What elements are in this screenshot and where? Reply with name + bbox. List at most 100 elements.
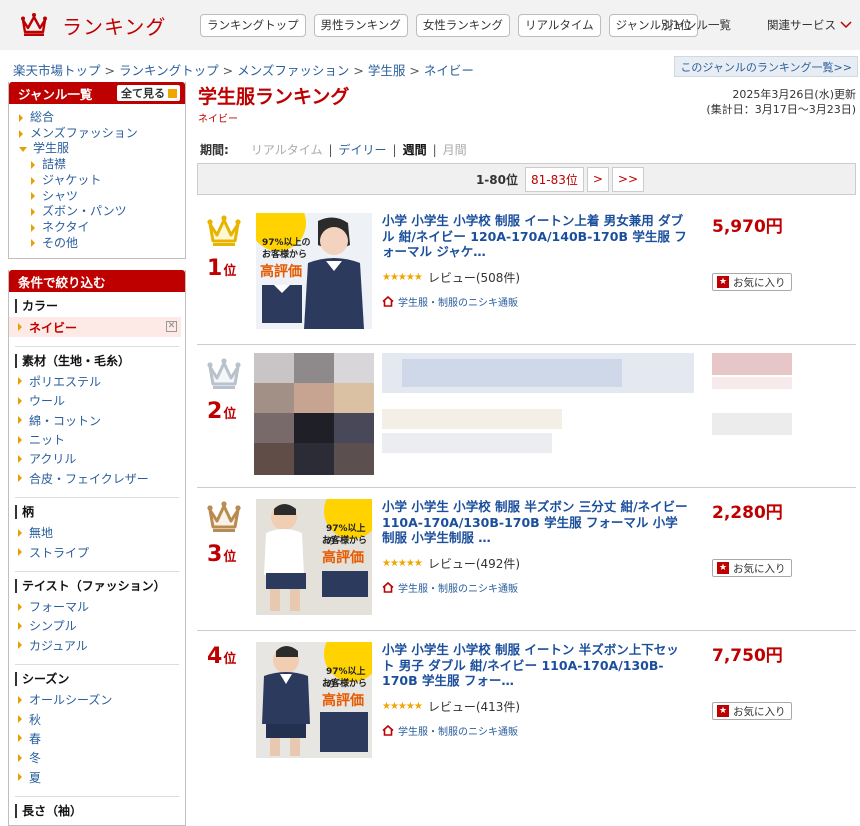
breadcrumb-navy[interactable]: ネイビー — [424, 63, 474, 78]
filter-option[interactable]: 冬 — [9, 748, 185, 767]
genre-item-jacket[interactable]: ジャケット — [19, 173, 177, 189]
badge-line: 高評価 — [260, 264, 302, 280]
shop-link[interactable]: 学生服・制服のニシキ通販 — [382, 580, 518, 595]
filter-section-title: 柄 — [15, 505, 185, 520]
product-name-link[interactable]: 小学 小学生 小学校 制服 イートン上着 男女兼用 ダブル 紺/ネイビー 120… — [382, 213, 690, 260]
product-image[interactable]: 97%以上の お客様から 高評価 — [256, 499, 372, 615]
filter-option[interactable]: 合皮・フェイクレザー — [9, 469, 185, 488]
filter-option-label: ニット — [29, 433, 66, 448]
breadcrumb-separator: > — [104, 63, 115, 78]
view-all-button[interactable]: 全て見る — [117, 85, 180, 101]
product-image[interactable]: 97%以上の お客様から 高評価 — [256, 213, 372, 329]
filter-option[interactable]: オールシーズン — [9, 690, 185, 709]
genre-item-other[interactable]: その他 — [19, 236, 177, 252]
filter-option-navy-selected[interactable]: ネイビー ✕ — [9, 317, 181, 337]
rank-suffix: 位 — [223, 264, 237, 279]
genre-item-tsumeeri[interactable]: 詰襟 — [19, 157, 177, 173]
filter-option[interactable]: ニット — [9, 430, 185, 449]
related-services-menu[interactable]: 関連サービス — [767, 17, 852, 33]
genre-ranking-list-link[interactable]: このジャンルのランキング一覧>> — [674, 56, 858, 77]
favorite-button[interactable]: ★ お気に入り — [712, 559, 792, 577]
filter-box-title: 条件で絞り込む — [18, 274, 106, 290]
nav-male-ranking[interactable]: 男性ランキング — [313, 13, 408, 37]
update-info: 2025年3月26日(水)更新 (集計日：3月17日〜3月23日) — [706, 87, 856, 117]
filter-option-label: ポリエステル — [29, 374, 102, 389]
star-icon: ★ — [717, 276, 729, 288]
rank-number: 1位 — [207, 256, 236, 281]
filter-option[interactable]: ストライプ — [9, 542, 185, 561]
nav-realtime[interactable]: リアルタイム — [517, 13, 601, 37]
pager-last-button[interactable]: >> — [611, 166, 645, 192]
breadcrumb-mens-fashion[interactable]: メンズファッション — [237, 63, 349, 78]
genre-item-pants[interactable]: ズボン・パンツ — [19, 204, 177, 220]
pager-next-button[interactable]: > — [586, 166, 609, 192]
filter-option[interactable]: ウール — [9, 391, 185, 410]
product-price: 7,750円 — [712, 646, 783, 666]
genre-item-mens-fashion[interactable]: メンズファッション — [19, 126, 177, 142]
shop-house-icon — [382, 296, 394, 307]
review-count-link[interactable]: レビュー(508件) — [428, 269, 520, 286]
arrow-square-icon — [168, 88, 177, 98]
ranking-logo[interactable]: ランキング — [20, 11, 200, 40]
shop-name: 学生服・制服のニシキ通販 — [398, 727, 518, 738]
product-name-link[interactable]: 小学 小学生 小学校 制服 半ズボン 三分丈 紺/ネイビー 110A-170A/… — [382, 499, 690, 546]
triangle-right-icon — [18, 528, 22, 537]
clear-filter-icon[interactable]: ✕ — [166, 321, 177, 333]
breadcrumb-separator: > — [353, 63, 364, 78]
filter-option[interactable]: ポリエステル — [9, 372, 185, 391]
filter-option[interactable]: カジュアル — [9, 636, 185, 655]
genre-item-overall[interactable]: 総合 — [19, 110, 177, 126]
nav-ranking-top[interactable]: ランキングトップ — [200, 13, 306, 37]
filter-section-taste: テイスト（ファッション） フォーマル シンプル カジュアル — [9, 578, 185, 658]
badge-line: お客様から — [322, 536, 368, 546]
product-image[interactable]: 97%以上の お客様から 高評価 — [256, 642, 372, 758]
genre-item-label: その他 — [42, 235, 79, 250]
period-daily[interactable]: デイリー — [339, 141, 387, 158]
genre-item-school-uniform[interactable]: 学生服 — [19, 141, 177, 157]
filter-option-label: アクリル — [29, 452, 77, 467]
product-name-link[interactable]: 小学 小学生 小学校 制服 イートン 半ズボン上下セット 男子 ダブル 紺/ネイ… — [382, 642, 690, 689]
genre-list-link[interactable]: ジャンル一覧 — [663, 17, 731, 33]
filter-option[interactable]: 無地 — [9, 523, 185, 542]
genre-item-shirt[interactable]: シャツ — [19, 189, 177, 205]
filter-option[interactable]: フォーマル — [9, 597, 185, 616]
genre-item-necktie[interactable]: ネクタイ — [19, 220, 177, 236]
nav-female-ranking[interactable]: 女性ランキング — [415, 13, 510, 37]
favorite-button[interactable]: ★ お気に入り — [712, 273, 792, 291]
page-subtitle: ネイビー — [198, 114, 238, 125]
triangle-right-icon — [18, 454, 22, 463]
filter-option[interactable]: アクリル — [9, 449, 185, 468]
triangle-right-icon — [18, 753, 22, 762]
genre-item-label: ズボン・パンツ — [42, 204, 127, 219]
filter-section-sleeve: 長さ（袖） — [9, 803, 185, 825]
filter-option[interactable]: 春 — [9, 729, 185, 748]
divider — [15, 664, 179, 666]
pager-next-range[interactable]: 81-83位 — [524, 166, 584, 192]
logo-text: ランキング — [62, 14, 167, 39]
filter-option[interactable]: シンプル — [9, 616, 185, 635]
pager: 1-80位 81-83位 > >> — [197, 163, 856, 195]
filter-option[interactable]: 秋 — [9, 709, 185, 728]
shop-link[interactable]: 学生服・制服のニシキ通販 — [382, 294, 518, 309]
review-count-link[interactable]: レビュー(413件) — [428, 698, 520, 715]
star-icon: ★ — [717, 705, 729, 717]
badge-line: 高評価 — [322, 693, 364, 709]
filter-box: 条件で絞り込む カラー ネイビー ✕ 素材（生地・毛糸） ポリエステル ウール … — [8, 270, 186, 826]
breadcrumb-rakuten-top[interactable]: 楽天市場トップ — [13, 63, 101, 78]
crown-logo-icon — [21, 13, 47, 36]
triangle-right-icon — [18, 474, 22, 483]
triangle-right-icon — [31, 160, 35, 169]
filter-option[interactable]: 夏 — [9, 768, 185, 787]
filter-option-label: ウール — [29, 394, 66, 409]
breadcrumb-school-uniform[interactable]: 学生服 — [368, 63, 406, 78]
filter-option-label: オールシーズン — [29, 693, 113, 708]
rating-stars-icon: ★★★★★ — [382, 701, 423, 712]
rank-suffix: 位 — [223, 407, 237, 422]
breadcrumb-ranking-top[interactable]: ランキングトップ — [119, 63, 219, 78]
favorite-label: お気に入り — [733, 276, 786, 289]
related-services-label: 関連サービス — [767, 18, 836, 32]
filter-option[interactable]: 綿・コットン — [9, 411, 185, 430]
review-count-link[interactable]: レビュー(492件) — [428, 555, 520, 572]
favorite-button[interactable]: ★ お気に入り — [712, 702, 792, 720]
shop-link[interactable]: 学生服・制服のニシキ通販 — [382, 723, 518, 738]
